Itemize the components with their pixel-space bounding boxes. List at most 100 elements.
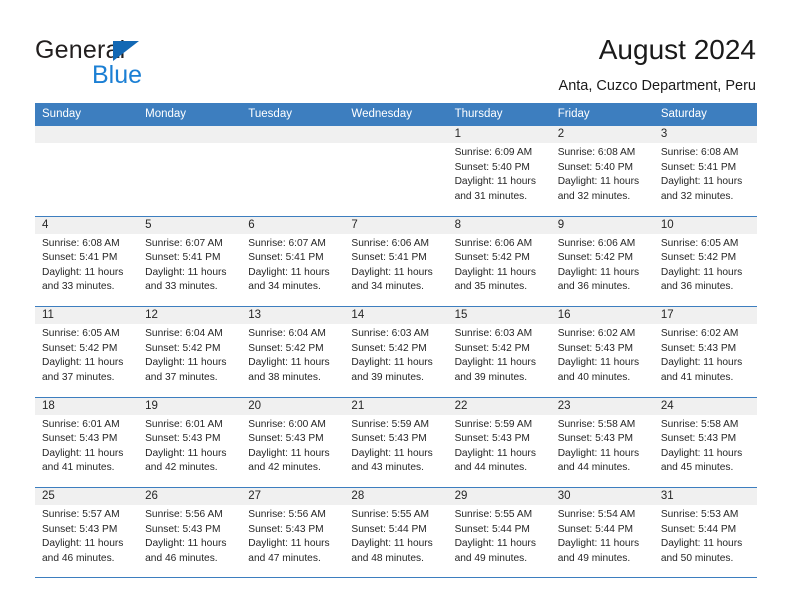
- sunset-text: Sunset: 5:43 PM: [557, 433, 634, 445]
- day-number: 9: [550, 216, 654, 234]
- sunset-text: Sunset: 5:40 PM: [557, 161, 634, 173]
- day-cell[interactable]: 24 Sunrise: 5:58 AM Sunset: 5:43 PM Dayl…: [653, 397, 757, 487]
- day-details: Sunrise: 6:01 AM Sunset: 5:43 PM Dayligh…: [35, 415, 138, 476]
- sunrise-text: Sunrise: 6:01 AM: [145, 418, 223, 430]
- day-cell[interactable]: 16 Sunrise: 6:02 AM Sunset: 5:43 PM Dayl…: [550, 307, 654, 397]
- weekday-header-sunday: Sunday: [42, 108, 82, 120]
- calendar-page: General Blue August 2024 Anta, Cuzco Dep…: [0, 0, 792, 612]
- daylight-text-line2: and 32 minutes.: [557, 190, 631, 202]
- day-cell[interactable]: 10 Sunrise: 6:05 AM Sunset: 5:42 PM Dayl…: [653, 216, 757, 306]
- daylight-text-line2: and 33 minutes.: [42, 281, 115, 293]
- weekday-header-wednesday: Wednesday: [351, 108, 412, 120]
- sunset-text: Sunset: 5:41 PM: [42, 252, 118, 264]
- calendar-grid: Sunday Monday Tuesday Wednesday Thursday…: [35, 103, 757, 578]
- day-cell[interactable]: 13 Sunrise: 6:04 AM Sunset: 5:42 PM Dayl…: [241, 307, 345, 397]
- day-details: Sunrise: 6:04 AM Sunset: 5:42 PM Dayligh…: [138, 324, 241, 385]
- day-details: Sunrise: 5:58 AM Sunset: 5:43 PM Dayligh…: [551, 415, 654, 476]
- daylight-text-line1: Daylight: 11 hours: [454, 538, 536, 550]
- weekday-header-row: Sunday Monday Tuesday Wednesday Thursday…: [35, 103, 757, 125]
- general-blue-logo[interactable]: General Blue: [35, 36, 245, 92]
- day-cell[interactable]: 20 Sunrise: 6:00 AM Sunset: 5:43 PM Dayl…: [241, 397, 345, 487]
- day-cell[interactable]: 3 Sunrise: 6:08 AM Sunset: 5:41 PM Dayli…: [653, 126, 757, 216]
- day-cell[interactable]: 21 Sunrise: 5:59 AM Sunset: 5:43 PM Dayl…: [344, 397, 448, 487]
- daylight-text-line1: Daylight: 11 hours: [248, 538, 330, 550]
- day-cell[interactable]: 11 Sunrise: 6:05 AM Sunset: 5:42 PM Dayl…: [35, 307, 139, 397]
- day-cell[interactable]: 30 Sunrise: 5:54 AM Sunset: 5:44 PM Dayl…: [550, 488, 654, 577]
- day-cell[interactable]: 2 Sunrise: 6:08 AM Sunset: 5:40 PM Dayli…: [550, 126, 654, 216]
- day-cell[interactable]: 27 Sunrise: 5:56 AM Sunset: 5:43 PM Dayl…: [241, 488, 345, 577]
- day-number: 12: [138, 307, 242, 324]
- day-cell[interactable]: 26 Sunrise: 5:56 AM Sunset: 5:43 PM Dayl…: [138, 488, 242, 577]
- sunrise-text: Sunrise: 6:06 AM: [557, 237, 636, 249]
- sunset-text: Sunset: 5:41 PM: [248, 252, 324, 264]
- day-number: 6: [241, 216, 345, 234]
- day-cell[interactable]: 31 Sunrise: 5:53 AM Sunset: 5:44 PM Dayl…: [653, 488, 757, 577]
- day-details: Sunrise: 5:58 AM Sunset: 5:43 PM Dayligh…: [654, 415, 757, 476]
- day-cell[interactable]: 23 Sunrise: 5:58 AM Sunset: 5:43 PM Dayl…: [550, 397, 654, 487]
- day-cell[interactable]: 6 Sunrise: 6:07 AM Sunset: 5:41 PM Dayli…: [241, 216, 345, 306]
- day-cell[interactable]: [138, 126, 242, 216]
- day-cell[interactable]: 28 Sunrise: 5:55 AM Sunset: 5:44 PM Dayl…: [344, 488, 448, 577]
- day-number: [344, 126, 448, 143]
- daylight-text-line1: Daylight: 11 hours: [42, 357, 124, 369]
- sunrise-text: Sunrise: 6:08 AM: [42, 237, 120, 249]
- day-number: 18: [35, 397, 139, 415]
- sunset-text: Sunset: 5:42 PM: [248, 342, 324, 354]
- sunset-text: Sunset: 5:42 PM: [454, 252, 530, 264]
- day-cell[interactable]: 4 Sunrise: 6:08 AM Sunset: 5:41 PM Dayli…: [35, 216, 139, 306]
- sunset-text: Sunset: 5:41 PM: [660, 161, 737, 173]
- sunrise-text: Sunrise: 5:57 AM: [42, 509, 120, 520]
- day-number: 29: [447, 488, 551, 505]
- sunrise-text: Sunrise: 5:53 AM: [660, 509, 739, 520]
- page-location-subtitle: Anta, Cuzco Department, Peru: [558, 78, 756, 94]
- sunset-text: Sunset: 5:43 PM: [248, 523, 324, 535]
- sunrise-text: Sunrise: 5:58 AM: [660, 418, 739, 430]
- sunrise-text: Sunrise: 6:05 AM: [660, 237, 739, 249]
- day-cell[interactable]: 15 Sunrise: 6:03 AM Sunset: 5:42 PM Dayl…: [447, 307, 551, 397]
- day-details: Sunrise: 6:08 AM Sunset: 5:40 PM Dayligh…: [551, 143, 654, 204]
- day-cell[interactable]: 17 Sunrise: 6:02 AM Sunset: 5:43 PM Dayl…: [653, 307, 757, 397]
- day-cell[interactable]: 5 Sunrise: 6:07 AM Sunset: 5:41 PM Dayli…: [138, 216, 242, 306]
- daylight-text-line1: Daylight: 11 hours: [454, 266, 536, 278]
- day-cell[interactable]: 9 Sunrise: 6:06 AM Sunset: 5:42 PM Dayli…: [550, 216, 654, 306]
- daylight-text-line2: and 33 minutes.: [145, 281, 218, 293]
- day-cell[interactable]: [344, 126, 448, 216]
- sunset-text: Sunset: 5:44 PM: [351, 523, 427, 535]
- day-cell[interactable]: 1 Sunrise: 6:09 AM Sunset: 5:40 PM Dayli…: [447, 126, 551, 216]
- week-row: 18 Sunrise: 6:01 AM Sunset: 5:43 PM Dayl…: [35, 396, 757, 487]
- day-details: [241, 143, 344, 146]
- day-number: 15: [447, 307, 551, 324]
- daylight-text-line2: and 49 minutes.: [557, 552, 631, 564]
- day-details: Sunrise: 6:02 AM Sunset: 5:43 PM Dayligh…: [551, 324, 654, 385]
- day-details: Sunrise: 6:04 AM Sunset: 5:42 PM Dayligh…: [241, 324, 344, 385]
- day-cell[interactable]: 8 Sunrise: 6:06 AM Sunset: 5:42 PM Dayli…: [447, 216, 551, 306]
- daylight-text-line1: Daylight: 11 hours: [145, 538, 227, 550]
- day-cell[interactable]: 19 Sunrise: 6:01 AM Sunset: 5:43 PM Dayl…: [138, 397, 242, 487]
- day-cell[interactable]: [35, 126, 139, 216]
- week-row: 11 Sunrise: 6:05 AM Sunset: 5:42 PM Dayl…: [35, 306, 757, 397]
- day-cell[interactable]: 18 Sunrise: 6:01 AM Sunset: 5:43 PM Dayl…: [35, 397, 139, 487]
- day-details: Sunrise: 6:05 AM Sunset: 5:42 PM Dayligh…: [35, 324, 138, 385]
- day-cell[interactable]: 29 Sunrise: 5:55 AM Sunset: 5:44 PM Dayl…: [447, 488, 551, 577]
- day-cell[interactable]: 7 Sunrise: 6:06 AM Sunset: 5:41 PM Dayli…: [344, 216, 448, 306]
- day-number: 25: [35, 488, 139, 505]
- sunset-text: Sunset: 5:43 PM: [660, 342, 737, 354]
- day-details: Sunrise: 6:09 AM Sunset: 5:40 PM Dayligh…: [448, 143, 551, 204]
- day-number: 19: [138, 397, 242, 415]
- day-number: 10: [653, 216, 757, 234]
- sunset-text: Sunset: 5:43 PM: [145, 523, 221, 535]
- day-cell[interactable]: 14 Sunrise: 6:03 AM Sunset: 5:42 PM Dayl…: [344, 307, 448, 397]
- daylight-text-line2: and 45 minutes.: [660, 462, 734, 474]
- sunrise-text: Sunrise: 6:00 AM: [248, 418, 326, 430]
- sunrise-text: Sunrise: 6:03 AM: [351, 328, 430, 339]
- sunset-text: Sunset: 5:43 PM: [145, 433, 221, 445]
- daylight-text-line2: and 50 minutes.: [660, 552, 734, 564]
- sunrise-text: Sunrise: 6:06 AM: [454, 237, 533, 249]
- day-cell[interactable]: 12 Sunrise: 6:04 AM Sunset: 5:42 PM Dayl…: [138, 307, 242, 397]
- sunset-text: Sunset: 5:43 PM: [42, 433, 118, 445]
- day-cell[interactable]: 22 Sunrise: 5:59 AM Sunset: 5:43 PM Dayl…: [447, 397, 551, 487]
- day-cell[interactable]: 25 Sunrise: 5:57 AM Sunset: 5:43 PM Dayl…: [35, 488, 139, 577]
- day-cell[interactable]: [241, 126, 345, 216]
- daylight-text-line2: and 37 minutes.: [42, 371, 115, 383]
- day-number: 2: [550, 126, 654, 143]
